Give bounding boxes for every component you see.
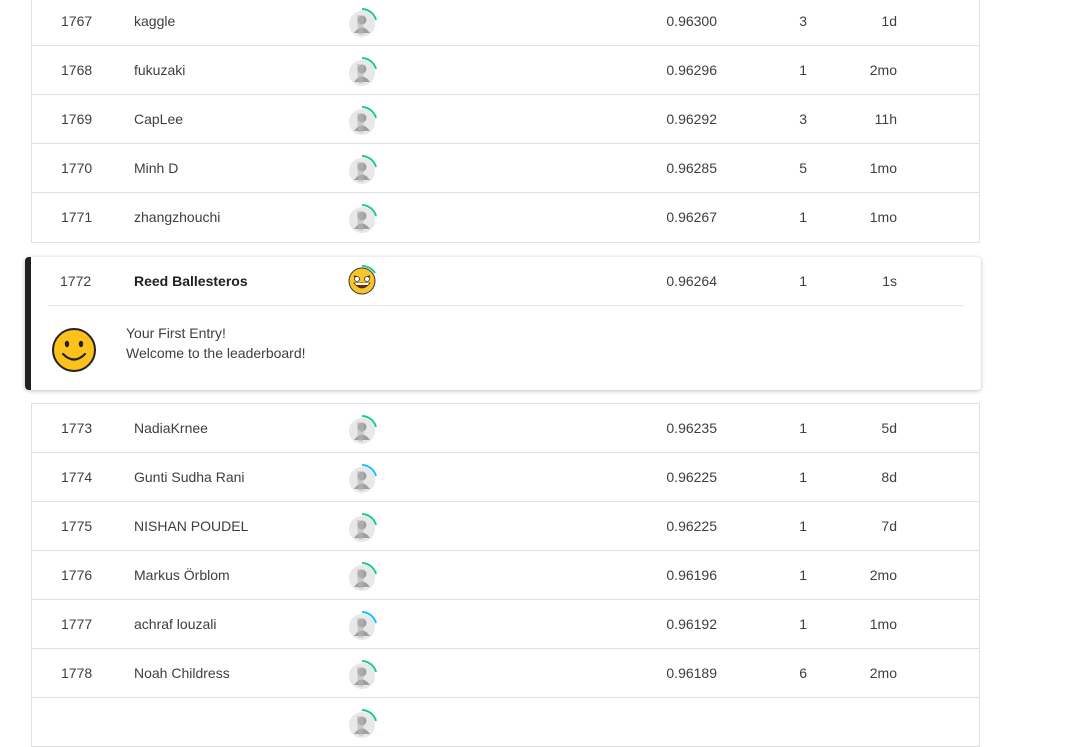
table-row[interactable]: 1776 Markus Örblom 0.96196 1 2mo bbox=[32, 551, 979, 600]
welcome-message: Your First Entry! Welcome to the leaderb… bbox=[126, 323, 306, 363]
team-name[interactable]: NISHAN POUDEL bbox=[134, 502, 248, 550]
score-cell: 0.96292 bbox=[666, 111, 717, 127]
laughing-face-avatar-icon[interactable] bbox=[345, 264, 379, 298]
my-entry-row[interactable]: 1772 Reed Ballesteros 0.96264 1 1s bbox=[48, 257, 964, 306]
leaderboard-rows-after: 1773 NadiaKrnee 0.96235 1 5d 1774 Gunti Sudha … bbox=[31, 403, 980, 747]
my-entry-card: 1772 Reed Ballesteros 0.96264 1 1s Your … bbox=[25, 257, 981, 390]
default-user-avatar-icon[interactable] bbox=[345, 463, 379, 497]
team-name[interactable]: CapLee bbox=[134, 95, 183, 143]
rank-cell: 1771 bbox=[61, 209, 93, 225]
team-name[interactable]: Reed Ballesteros bbox=[134, 257, 248, 305]
last-submission-cell: 1s bbox=[882, 273, 897, 289]
team-name[interactable]: NadiaKrnee bbox=[134, 404, 208, 452]
entries-cell: 3 bbox=[799, 13, 807, 29]
default-user-avatar-icon[interactable] bbox=[345, 512, 379, 546]
last-submission-cell: 1d bbox=[881, 13, 897, 29]
team-name[interactable]: Gunti Sudha Rani bbox=[134, 453, 245, 501]
last-submission-cell: 8d bbox=[881, 469, 897, 485]
last-submission-cell: 1mo bbox=[869, 616, 897, 632]
entries-cell: 5 bbox=[799, 160, 807, 176]
table-row[interactable] bbox=[32, 698, 979, 747]
score-cell: 0.96285 bbox=[666, 160, 717, 176]
entries-cell: 6 bbox=[799, 665, 807, 681]
score-cell: 0.96296 bbox=[666, 62, 717, 78]
default-user-avatar-icon[interactable] bbox=[345, 7, 379, 41]
rank-cell: 1775 bbox=[61, 518, 93, 534]
entries-cell: 1 bbox=[799, 273, 807, 289]
entries-cell: 1 bbox=[799, 518, 807, 534]
score-cell: 0.96235 bbox=[666, 420, 717, 436]
rank-cell: 1770 bbox=[61, 160, 93, 176]
default-user-avatar-icon[interactable] bbox=[345, 561, 379, 595]
entries-cell: 1 bbox=[799, 567, 807, 583]
rank-cell: 1777 bbox=[61, 616, 93, 632]
table-row[interactable]: 1778 Noah Childress 0.96189 6 2mo bbox=[32, 649, 979, 698]
rank-cell: 1776 bbox=[61, 567, 93, 583]
last-submission-cell: 2mo bbox=[869, 62, 897, 78]
score-cell: 0.96196 bbox=[666, 567, 717, 583]
team-name[interactable]: achraf louzali bbox=[134, 600, 217, 648]
welcome-subtitle: Welcome to the leaderboard! bbox=[126, 345, 306, 361]
rank-cell: 1767 bbox=[61, 13, 93, 29]
rank-cell: 1772 bbox=[60, 273, 92, 289]
default-user-avatar-icon[interactable] bbox=[345, 708, 379, 742]
last-submission-cell: 1mo bbox=[869, 160, 897, 176]
last-submission-cell: 2mo bbox=[869, 665, 897, 681]
rank-cell: 1768 bbox=[61, 62, 93, 78]
rank-cell: 1769 bbox=[61, 111, 93, 127]
default-user-avatar-icon[interactable] bbox=[345, 659, 379, 693]
last-submission-cell: 1mo bbox=[869, 209, 897, 225]
table-row[interactable]: 1773 NadiaKrnee 0.96235 1 5d bbox=[32, 404, 979, 453]
team-name[interactable]: fukuzaki bbox=[134, 46, 185, 94]
default-user-avatar-icon[interactable] bbox=[345, 203, 379, 237]
score-cell: 0.96192 bbox=[666, 616, 717, 632]
smiley-face-icon bbox=[52, 328, 96, 372]
table-row[interactable]: 1768 fukuzaki 0.96296 1 2mo bbox=[32, 46, 979, 95]
entries-cell: 1 bbox=[799, 209, 807, 225]
entries-cell: 3 bbox=[799, 111, 807, 127]
default-user-avatar-icon[interactable] bbox=[345, 56, 379, 90]
score-cell: 0.96225 bbox=[666, 518, 717, 534]
rank-cell: 1773 bbox=[61, 420, 93, 436]
last-submission-cell: 2mo bbox=[869, 567, 897, 583]
team-name[interactable]: zhangzhouchi bbox=[134, 193, 220, 241]
table-row[interactable]: 1770 Minh D 0.96285 5 1mo bbox=[32, 144, 979, 193]
team-name[interactable]: kaggle bbox=[134, 0, 175, 45]
table-row[interactable]: 1775 NISHAN POUDEL 0.96225 1 7d bbox=[32, 502, 979, 551]
default-user-avatar-icon[interactable] bbox=[345, 414, 379, 448]
score-cell: 0.96264 bbox=[666, 273, 717, 289]
table-row[interactable]: 1774 Gunti Sudha Rani 0.96225 1 8d bbox=[32, 453, 979, 502]
score-cell: 0.96300 bbox=[666, 13, 717, 29]
rank-cell: 1774 bbox=[61, 469, 93, 485]
last-submission-cell: 5d bbox=[881, 420, 897, 436]
entries-cell: 1 bbox=[799, 62, 807, 78]
default-user-avatar-icon[interactable] bbox=[345, 610, 379, 644]
team-name[interactable]: Markus Örblom bbox=[134, 551, 230, 599]
rank-cell: 1778 bbox=[61, 665, 93, 681]
team-name[interactable]: Noah Childress bbox=[134, 649, 230, 697]
first-entry-title: Your First Entry! bbox=[126, 325, 226, 341]
default-user-avatar-icon[interactable] bbox=[345, 154, 379, 188]
last-submission-cell: 7d bbox=[881, 518, 897, 534]
leaderboard-rows-before: 1767 kaggle 0.96300 3 1d 1768 fukuzaki 0.96296 1… bbox=[31, 0, 980, 243]
score-cell: 0.96225 bbox=[666, 469, 717, 485]
team-name[interactable]: Minh D bbox=[134, 144, 178, 192]
entries-cell: 1 bbox=[799, 616, 807, 632]
last-submission-cell: 11h bbox=[874, 111, 897, 127]
default-user-avatar-icon[interactable] bbox=[345, 105, 379, 139]
table-row[interactable]: 1767 kaggle 0.96300 3 1d bbox=[32, 0, 979, 46]
entries-cell: 1 bbox=[799, 469, 807, 485]
table-row[interactable]: 1777 achraf louzali 0.96192 1 1mo bbox=[32, 600, 979, 649]
score-cell: 0.96189 bbox=[666, 665, 717, 681]
table-row[interactable]: 1771 zhangzhouchi 0.96267 1 1mo bbox=[32, 193, 979, 242]
table-row[interactable]: 1769 CapLee 0.96292 3 11h bbox=[32, 95, 979, 144]
entries-cell: 1 bbox=[799, 420, 807, 436]
score-cell: 0.96267 bbox=[666, 209, 717, 225]
